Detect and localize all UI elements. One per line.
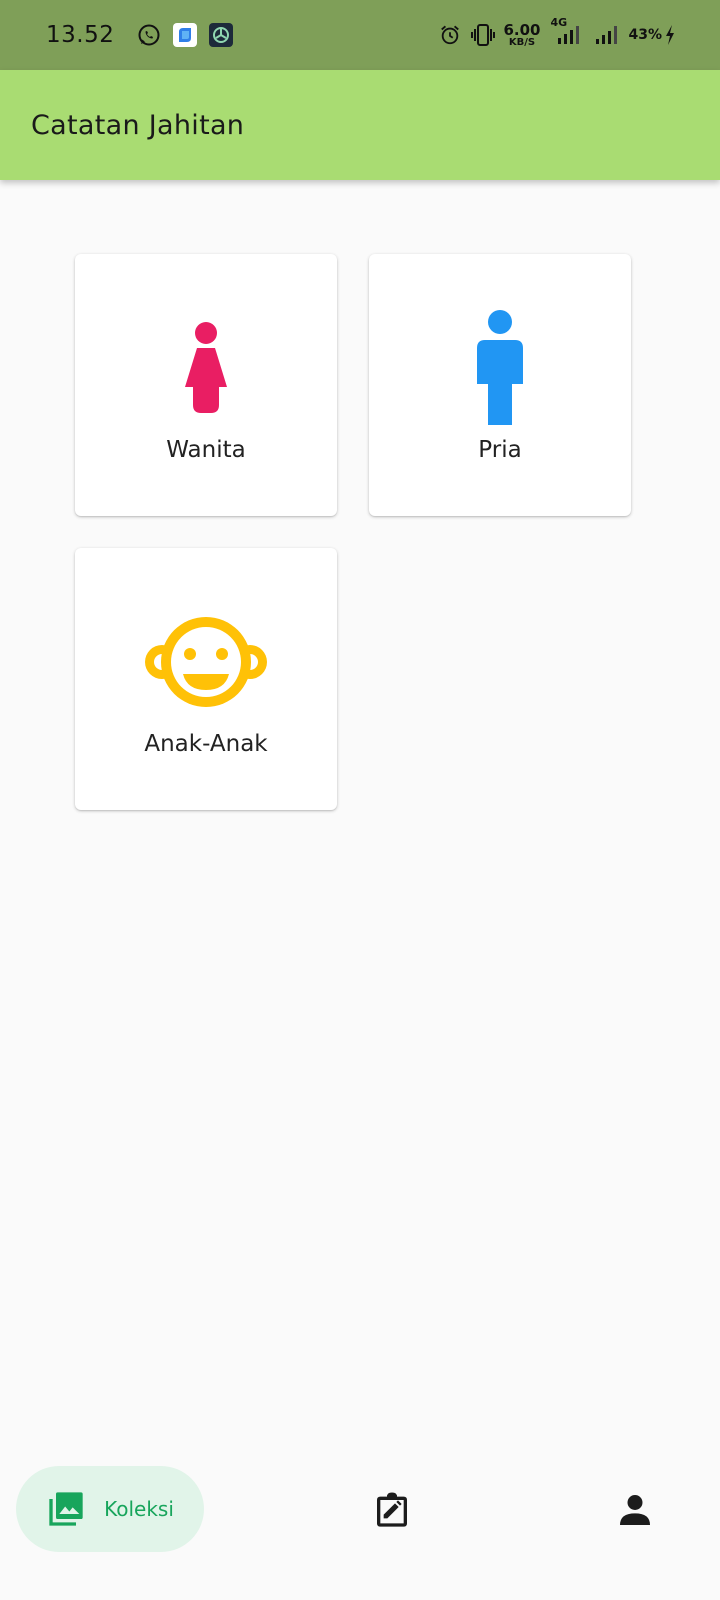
nav-item-profil[interactable] [607, 1482, 663, 1538]
category-label: Anak-Anak [144, 731, 268, 757]
app-notification-icon [172, 22, 198, 48]
child-face-icon [145, 617, 267, 707]
nav-label-koleksi: Koleksi [104, 1497, 174, 1521]
collections-icon [49, 1492, 83, 1526]
network-type: 4G [550, 16, 568, 29]
vibrate-icon [471, 24, 496, 46]
category-card-wanita[interactable]: Wanita [75, 254, 337, 516]
person-icon [620, 1495, 650, 1525]
status-right: 6.00 KB/S 4G 43% [429, 16, 676, 48]
man-icon [477, 310, 523, 425]
bottom-navigation: Koleksi [0, 1460, 720, 1600]
category-label: Pria [478, 437, 522, 463]
battery-charging-icon [664, 24, 676, 46]
status-left: 13.52 [46, 22, 244, 48]
app-bar: Catatan Jahitan [0, 70, 720, 180]
signal-icon-sim2 [594, 24, 620, 46]
category-card-anak-anak[interactable]: Anak-Anak [75, 548, 337, 810]
page-title: Catatan Jahitan [31, 109, 245, 141]
edit-clipboard-icon [377, 1492, 407, 1527]
signal-icon: 4G [550, 16, 584, 46]
category-label: Wanita [166, 437, 246, 463]
status-bar: 13.52 6.00 KB/S 4G 43% [0, 0, 720, 70]
category-card-pria[interactable]: Pria [369, 254, 631, 516]
battery-level: 43% [628, 27, 662, 43]
network-speed-unit: KB/S [508, 36, 536, 48]
vpn-notification-icon [208, 22, 234, 48]
status-time: 13.52 [46, 22, 115, 48]
network-speed-value: 6.00 [503, 20, 541, 39]
network-speed: 6.00 KB/S [503, 20, 541, 48]
nav-item-catatan[interactable] [364, 1482, 420, 1538]
nav-item-koleksi[interactable]: Koleksi [16, 1466, 204, 1552]
woman-icon [185, 322, 227, 413]
whatsapp-icon [136, 22, 162, 48]
alarm-icon [439, 24, 461, 46]
